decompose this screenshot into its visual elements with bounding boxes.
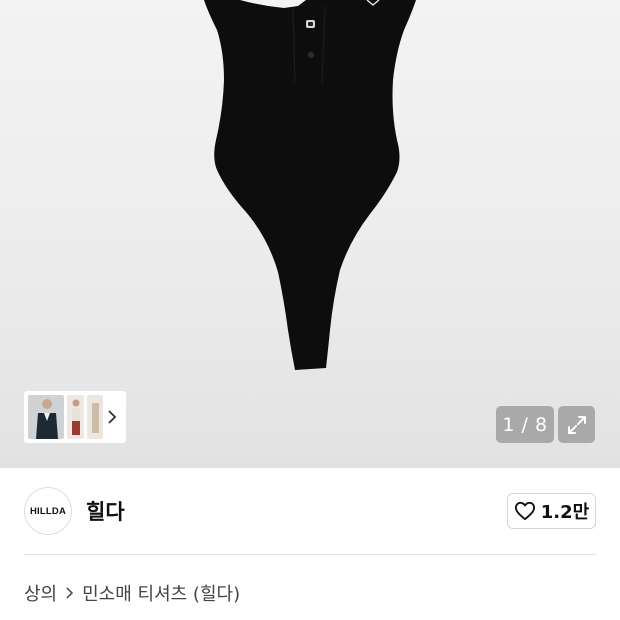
chevron-right-icon [65,586,74,600]
product-detail-page: 1 / 8 HILLDA 힐다 1.2만 상의 민소매 티셔츠 (힐다) [0,0,620,620]
thumbnail-1[interactable] [28,395,65,439]
image-counter: 1 / 8 [496,406,554,443]
fullscreen-button[interactable] [558,406,595,443]
brand-logo[interactable]: HILLDA [24,487,72,535]
thumbnail-3[interactable] [87,395,103,439]
like-button[interactable]: 1.2만 [507,493,596,529]
expand-icon [567,415,586,434]
brand-name[interactable]: 힐다 [86,496,125,526]
chevron-right-icon[interactable] [106,410,119,424]
divider [24,554,596,555]
heart-outline-icon [514,501,535,521]
breadcrumb-title[interactable]: 민소매 티셔츠 (힐다) [82,580,240,606]
thumbnail-strip[interactable] [24,391,126,443]
product-image-viewer[interactable]: 1 / 8 [0,0,620,468]
like-count: 1.2만 [540,502,590,523]
brand-row: HILLDA 힐다 1.2만 [24,486,596,536]
brand-logo-text: HILLDA [29,505,67,517]
breadcrumb: 상의 민소매 티셔츠 (힐다) [24,580,240,606]
breadcrumb-category[interactable]: 상의 [24,580,57,606]
thumbnail-2[interactable] [67,395,85,439]
